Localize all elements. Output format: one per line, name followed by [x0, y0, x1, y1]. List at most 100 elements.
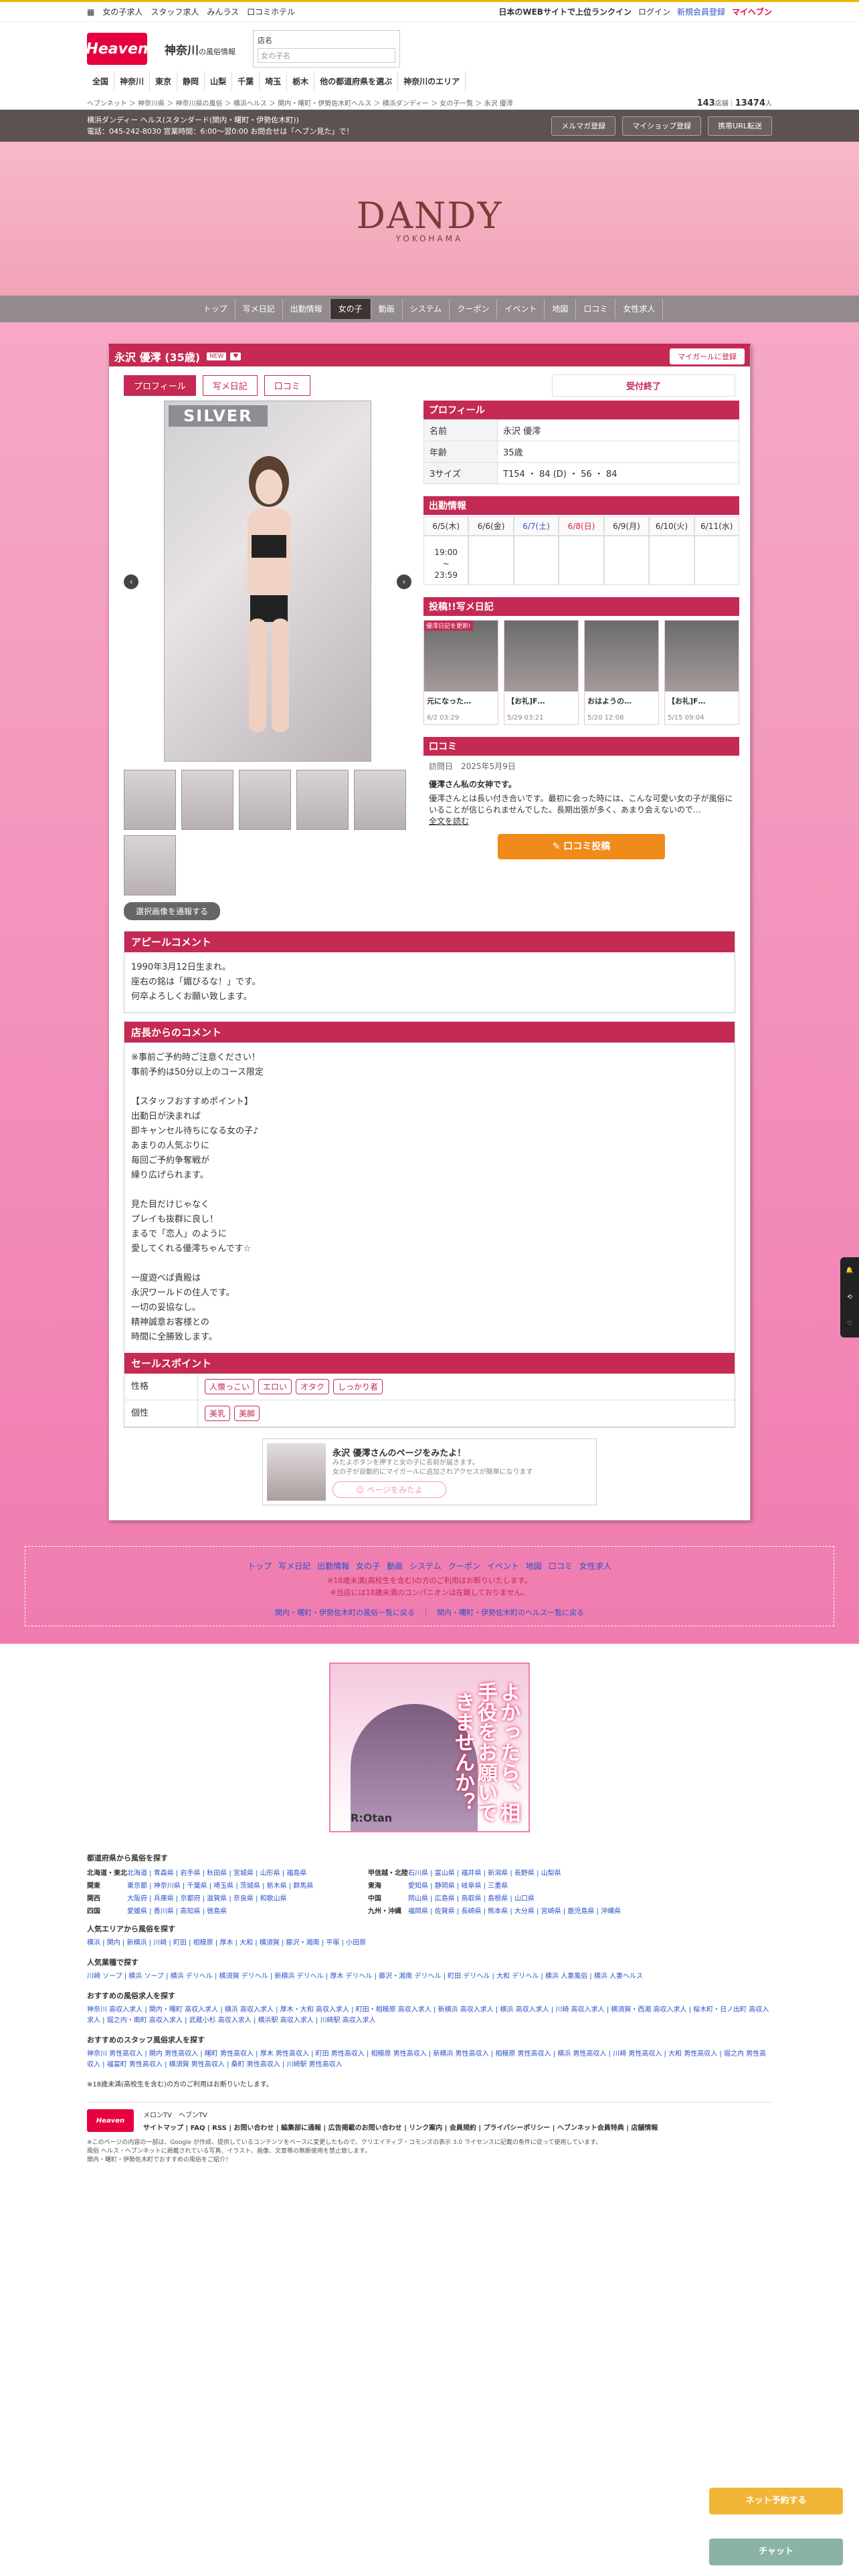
- history-icon[interactable]: ⟲: [847, 1294, 852, 1301]
- diary-item[interactable]: 優澪日記を更新! 元になった… 6/2 03:29: [423, 620, 498, 725]
- chat-button[interactable]: チャット: [709, 2539, 843, 2565]
- shop-footer-link[interactable]: クーポン: [445, 1562, 484, 1571]
- top-link[interactable]: スタッフ求人: [151, 6, 199, 17]
- gnav-item[interactable]: 東京: [150, 72, 178, 91]
- snav-item[interactable]: トップ: [196, 299, 235, 319]
- mygirl-button[interactable]: マイガールに登録: [670, 348, 745, 364]
- prev-arrow-icon[interactable]: ‹: [124, 574, 138, 589]
- snav-item[interactable]: 地図: [545, 299, 577, 319]
- pref-links[interactable]: 大阪府 | 兵庫県 | 京都府 | 滋賀県 | 奈良県 | 和歌山県: [127, 1893, 368, 1903]
- thumbnail[interactable]: [124, 835, 176, 895]
- gnav-item[interactable]: 神奈川のエリア: [398, 72, 466, 91]
- snav-item-active[interactable]: 女の子: [330, 299, 371, 319]
- search-input[interactable]: 女の子名: [258, 48, 395, 63]
- login-link[interactable]: ログイン: [638, 6, 670, 17]
- snav-item[interactable]: イベント: [497, 299, 545, 319]
- breadcrumb-text[interactable]: ヘブンネット ＞ 神奈川県 ＞ 神奈川県の風俗 ＞ 横浜ヘルス ＞ 関内・曙町・…: [87, 98, 513, 108]
- shop-footer-link[interactable]: 地図: [522, 1562, 545, 1571]
- profile-heading: プロフィール: [423, 401, 739, 419]
- back-link[interactable]: 関内・曙町・伊勢佐木町のヘルス一覧に戻る: [437, 1608, 584, 1617]
- snav-item[interactable]: 動画: [371, 299, 403, 319]
- gnav-item[interactable]: 全国: [87, 72, 115, 91]
- diary-item[interactable]: 【お礼]F… 5/29 03:21: [504, 620, 579, 725]
- snav-item[interactable]: 写メ日記: [235, 299, 283, 319]
- gnav-item[interactable]: 千葉: [232, 72, 260, 91]
- shop-footer-link[interactable]: 動画: [383, 1562, 406, 1571]
- shop-footer-link[interactable]: 写メ日記: [275, 1562, 314, 1571]
- register-link[interactable]: 新規会員登録: [677, 6, 725, 17]
- thumbnail[interactable]: [181, 770, 233, 830]
- heaven-tv-link[interactable]: ヘブンTV: [179, 2112, 207, 2119]
- shop-footer-link[interactable]: 出勤情報: [314, 1562, 353, 1571]
- pref-links[interactable]: 北海道 | 青森県 | 岩手県 | 秋田県 | 宮城県 | 山形県 | 福島県: [127, 1867, 368, 1877]
- report-image-button[interactable]: 選択画像を通報する: [124, 902, 221, 920]
- top-link[interactable]: みんラス: [207, 6, 239, 17]
- bell-icon[interactable]: 🔔: [846, 1267, 853, 1274]
- shop-footer-link[interactable]: システム: [406, 1562, 445, 1571]
- tab-review[interactable]: 口コミ: [264, 375, 310, 396]
- top-link[interactable]: 口コミホテル: [247, 6, 295, 17]
- thumbnail[interactable]: [124, 770, 176, 830]
- myshop-button[interactable]: マイショップ登録: [622, 116, 702, 136]
- shop-footer-link[interactable]: 女性求人: [576, 1562, 615, 1571]
- melon-tv-link[interactable]: メロンTV: [143, 2112, 172, 2119]
- brand-name: DANDY: [356, 194, 503, 237]
- pref-links[interactable]: 福岡県 | 佐賀県 | 長崎県 | 熊本県 | 大分県 | 宮崎県 | 鹿児島県…: [408, 1905, 649, 1915]
- top-link[interactable]: 女の子求人: [102, 6, 142, 17]
- snav-item[interactable]: クーポン: [450, 299, 498, 319]
- tab-diary[interactable]: 写メ日記: [202, 375, 258, 396]
- job-links[interactable]: 神奈川 高収入求人 | 関内・曙町 高収入求人 | 横浜 高収入求人 | 厚木・…: [87, 2005, 772, 2026]
- mobile-url-button[interactable]: 携帯URL転送: [708, 116, 772, 136]
- footer-logo[interactable]: Heaven: [87, 2109, 134, 2132]
- thumbnail[interactable]: [354, 770, 406, 830]
- back-link[interactable]: 関内・曙町・伊勢佐木町の風俗一覧に戻る: [275, 1608, 415, 1617]
- gnav-item[interactable]: 埼玉: [260, 72, 288, 91]
- gnav-item[interactable]: 栃木: [287, 72, 315, 91]
- thumbnail[interactable]: [296, 770, 349, 830]
- pref-links[interactable]: 石川県 | 富山県 | 福井県 | 新潟県 | 長野県 | 山梨県: [408, 1867, 649, 1877]
- myheaven-link[interactable]: マイヘブン: [732, 6, 772, 17]
- heart-icon[interactable]: ♡: [847, 1321, 852, 1327]
- net-reserve-button[interactable]: ネット予約する: [709, 2488, 843, 2514]
- main-photo[interactable]: SILVER ‹ ›: [124, 401, 411, 762]
- pref-links[interactable]: 東京都 | 神奈川県 | 千葉県 | 埼玉県 | 茨城県 | 栃木県 | 群馬県: [127, 1880, 368, 1890]
- pref-links[interactable]: 岡山県 | 広島県 | 鳥取県 | 島根県 | 山口県: [408, 1893, 649, 1903]
- shop-footer-link[interactable]: 女の子: [353, 1562, 383, 1571]
- gnav-item[interactable]: 他の都道府県を選ぶ: [314, 72, 399, 91]
- heaven-logo[interactable]: Heaven: [86, 33, 149, 65]
- shop-footer-link[interactable]: トップ: [244, 1562, 275, 1571]
- menu-grid-icon[interactable]: ▦: [87, 7, 94, 17]
- pref-links[interactable]: 愛知県 | 静岡県 | 岐阜県 | 三重県: [408, 1880, 649, 1890]
- shop-footer-link[interactable]: イベント: [484, 1562, 522, 1571]
- tab-profile[interactable]: プロフィール: [124, 375, 196, 396]
- gnav-item[interactable]: 山梨: [205, 72, 233, 91]
- shop-footer-link[interactable]: 口コミ: [545, 1562, 576, 1571]
- gnav-item[interactable]: 静岡: [177, 72, 205, 91]
- pref-links[interactable]: 愛媛県 | 香川県 | 高知県 | 徳島県: [127, 1905, 368, 1915]
- manager-line: まるで「恋人」のように: [131, 1229, 227, 1239]
- staff-links[interactable]: 神奈川 男性高収入 | 関内 男性高収入 | 曙町 男性高収入 | 厚木 男性高…: [87, 2049, 772, 2070]
- snav-item[interactable]: 口コミ: [576, 299, 616, 319]
- genre-links[interactable]: 川崎 ソープ | 横浜 ソープ | 横浜 デリヘル | 横須賀 デリヘル | 新…: [87, 1971, 772, 1982]
- mitayo-banner[interactable]: 永沢 優澪さんのページをみたよ！ みたよボタンを押すと女の子に名前が届きます。 …: [262, 1438, 597, 1505]
- review-post-button[interactable]: ✎ 口コミ投稿: [498, 834, 665, 859]
- diary-item[interactable]: おはようの… 5/20 12:08: [584, 620, 659, 725]
- manager-line: 永沢ワールドの住人です。: [131, 1288, 235, 1298]
- pref-region: 東海: [368, 1883, 381, 1890]
- manager-line: 愛してくれる優澪ちゃんです☆: [131, 1244, 252, 1254]
- mailmag-button[interactable]: メルマガ登録: [551, 116, 616, 136]
- dandy-logo[interactable]: DANDY YOKOHAMA: [357, 195, 503, 243]
- snav-item[interactable]: システム: [403, 299, 450, 319]
- next-arrow-icon[interactable]: ›: [397, 574, 411, 589]
- mitayo-button[interactable]: ☺ ページをみたよ: [332, 1481, 446, 1498]
- gnav-item[interactable]: 神奈川: [114, 72, 151, 91]
- thumbnail[interactable]: [239, 770, 291, 830]
- manager-line: [131, 1257, 728, 1271]
- game-ad[interactable]: よかったら、相手役をお願いできませんか？ R:Otan: [329, 1662, 530, 1832]
- snav-item[interactable]: 出勤情報: [283, 299, 330, 319]
- area-links[interactable]: 横浜 | 関内 | 新横浜 | 川崎 | 町田 | 相模原 | 厚木 | 大和 …: [87, 1938, 772, 1949]
- review-more-link[interactable]: 全文を読む: [429, 817, 469, 826]
- snav-item[interactable]: 女性求人: [615, 299, 664, 319]
- footer-links[interactable]: サイトマップ | FAQ | RSS | お問い合わせ | 編集部に通報 | 広…: [143, 2122, 658, 2132]
- diary-item[interactable]: 【お礼]F… 5/15 09:04: [664, 620, 739, 725]
